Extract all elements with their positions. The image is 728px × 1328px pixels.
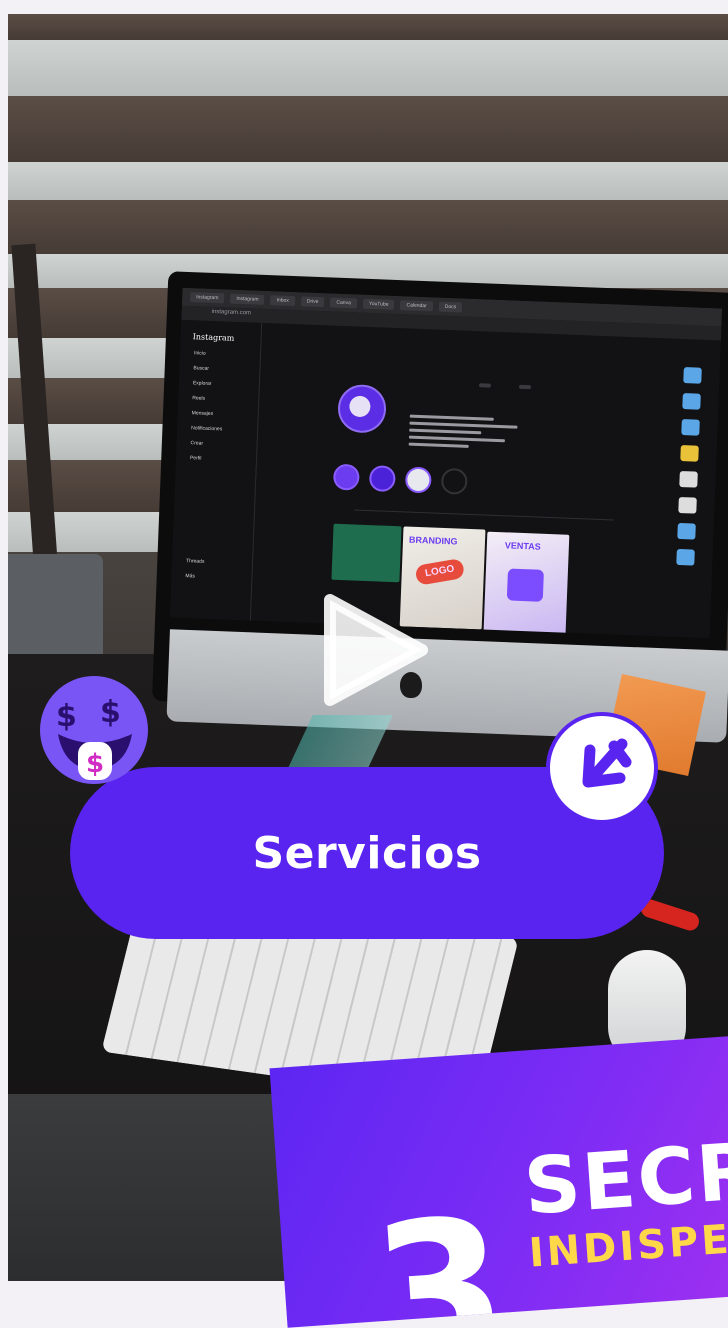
imac-screen: Instagram Instagram Inbox Drive Canva Yo…: [169, 287, 723, 639]
story-highlight: [404, 466, 432, 494]
post-word: VENTAS: [504, 540, 541, 552]
logo-pill: LOGO: [414, 557, 466, 586]
browser-tab: Inbox: [270, 295, 295, 307]
profile-avatar: [337, 383, 387, 434]
folder-icon: [681, 419, 700, 436]
folder-icon: [676, 548, 695, 566]
story-highlight: [440, 467, 468, 495]
post-word: LOGO: [424, 563, 456, 580]
promo-number: 3: [365, 1176, 514, 1328]
folder-icon: [677, 522, 696, 540]
money-mouth-face-icon: $ $ $: [40, 676, 148, 784]
browser-tab: Instagram: [230, 293, 265, 305]
nav-item: Mensajes: [191, 410, 214, 418]
browser-tab: Drive: [300, 296, 325, 308]
browser-tab: Docs: [438, 301, 463, 313]
browser-tab: Instagram: [189, 292, 225, 304]
nav-item: Reels: [192, 395, 206, 402]
folder-icon: [682, 393, 701, 410]
robot-illustration: [506, 568, 544, 602]
window-blind: [8, 14, 728, 40]
services-label: Servicios: [252, 827, 482, 879]
play-triangle-icon: [324, 594, 428, 706]
file-icon: [679, 470, 698, 488]
nav-item: Notificaciones: [191, 425, 223, 433]
nav-item: Más: [185, 573, 196, 580]
play-button[interactable]: [314, 590, 434, 710]
browser-tab: Calendar: [400, 300, 433, 312]
nav-item: Explorar: [192, 380, 212, 387]
promo-card: 3 SECR INDISPE: [269, 1036, 728, 1328]
profile-bio: [408, 414, 529, 455]
svg-text:$: $: [86, 749, 104, 779]
file-icon: [678, 496, 697, 514]
window-blind: [8, 96, 728, 162]
browser-tab: Canva: [330, 297, 358, 309]
instagram-nav-bottom: Threads Más: [185, 558, 204, 580]
nav-item: Crear: [190, 440, 204, 447]
nav-item: Threads: [185, 558, 205, 565]
instagram-nav: Inicio Buscar Explorar Reels Mensajes No…: [190, 350, 225, 462]
svg-text:$: $: [100, 695, 121, 730]
nav-item: Buscar: [193, 365, 210, 372]
archive-button: [518, 384, 532, 390]
window-blind: [8, 200, 728, 254]
nav-item: Perfil: [189, 455, 202, 462]
post-thumbnail-ventas: VENTAS: [483, 531, 570, 635]
story-highlight: [368, 465, 396, 493]
file-icon: [680, 445, 699, 462]
story-highlight: [332, 463, 360, 491]
desktop-dock: [674, 367, 710, 628]
window-view: [8, 162, 728, 200]
profile-grid-tabs: [354, 509, 614, 521]
promo-title: SECR: [521, 1126, 728, 1233]
browser-tab: YouTube: [362, 298, 395, 310]
nav-item: Inicio: [193, 350, 206, 357]
instagram-logo: Instagram: [192, 332, 235, 343]
edit-profile-button: [478, 383, 492, 388]
post-thumbnail: [331, 523, 402, 583]
post-word: BRANDING: [408, 534, 458, 547]
arrow-down-left-icon: [546, 712, 658, 824]
folder-icon: [683, 367, 702, 384]
window-view: [8, 40, 728, 96]
url-text: instagram.com: [211, 308, 252, 317]
svg-text:$: $: [56, 699, 77, 734]
profile-stats: [410, 401, 438, 402]
